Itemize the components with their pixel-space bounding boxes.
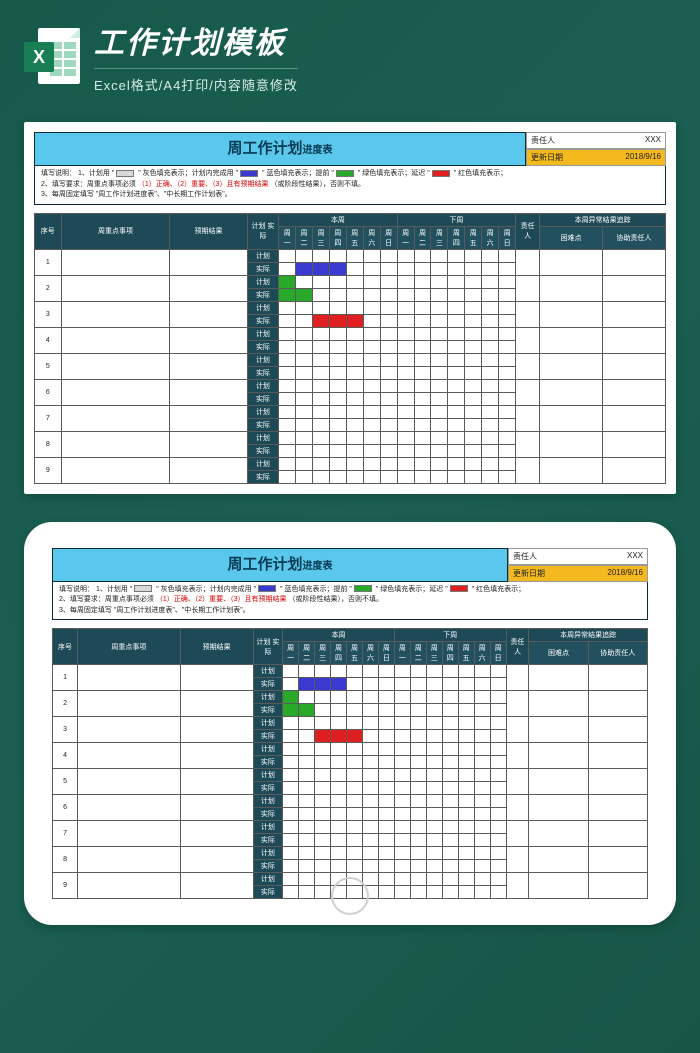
plan-body-1: 1计划实际2计划实际3计划实际4计划实际5计划实际6计划实际7计划实际8计划实际… [35,249,666,483]
template-preview-1: 周工作计划进度表 责任人XXX 更新日期2018/9/16 填写说明： 1、计划… [24,122,676,494]
instructions: 填写说明： 1、计划用 " " 灰色填充表示；计划内完成用 " " 蓝色填充表示… [52,582,648,621]
table-row: 2计划 [53,691,648,704]
table-row: 5计划 [53,769,648,782]
table-row: 4计划 [35,327,666,340]
table-row: 6计划 [53,795,648,808]
plan-table: 序号 周重点事项 预期结果 计划 实际 本周 下周 责任人 本周异常结果追踪 周… [52,628,648,899]
table-row: 7计划 [35,405,666,418]
template-preview-2: 周工作计划进度表 责任人XXX 更新日期2018/9/16 填写说明： 1、计划… [24,522,676,926]
sheet-title: 周工作计划进度表 [52,548,508,582]
table-row: 1计划 [53,665,648,678]
excel-badge: X [24,42,54,72]
table-row: 7计划 [53,821,648,834]
page-subtitle: Excel格式/A4打印/内容随意修改 [94,75,298,94]
excel-file-icon: X [24,28,80,84]
page-title: 工作计划模板 [94,18,298,62]
instructions: 填写说明： 1、计划用 " " 灰色填充表示；计划内完成用 " " 蓝色填充表示… [34,166,666,205]
table-row: 1计划 [35,249,666,262]
table-row: 8计划 [53,847,648,860]
table-row: 9计划 [53,873,648,886]
plan-body-2: 1计划实际2计划实际3计划实际4计划实际5计划实际6计划实际7计划实际8计划实际… [53,665,648,899]
table-row: 6计划 [35,379,666,392]
meta-block: 责任人XXX 更新日期2018/9/16 [526,132,666,166]
table-row: 3计划 [35,301,666,314]
sheet-title: 周工作计划进度表 [34,132,526,166]
table-row: 2计划 [35,275,666,288]
table-row: 3计划 [53,717,648,730]
plan-table: 序号 周重点事项 预期结果 计划 实际 本周 下周 责任人 本周异常结果追踪 周… [34,213,666,484]
table-row: 8计划 [35,431,666,444]
page-header: X 工作计划模板 Excel格式/A4打印/内容随意修改 [0,0,700,112]
table-row: 5计划 [35,353,666,366]
table-row: 9计划 [35,457,666,470]
table-row: 4计划 [53,743,648,756]
